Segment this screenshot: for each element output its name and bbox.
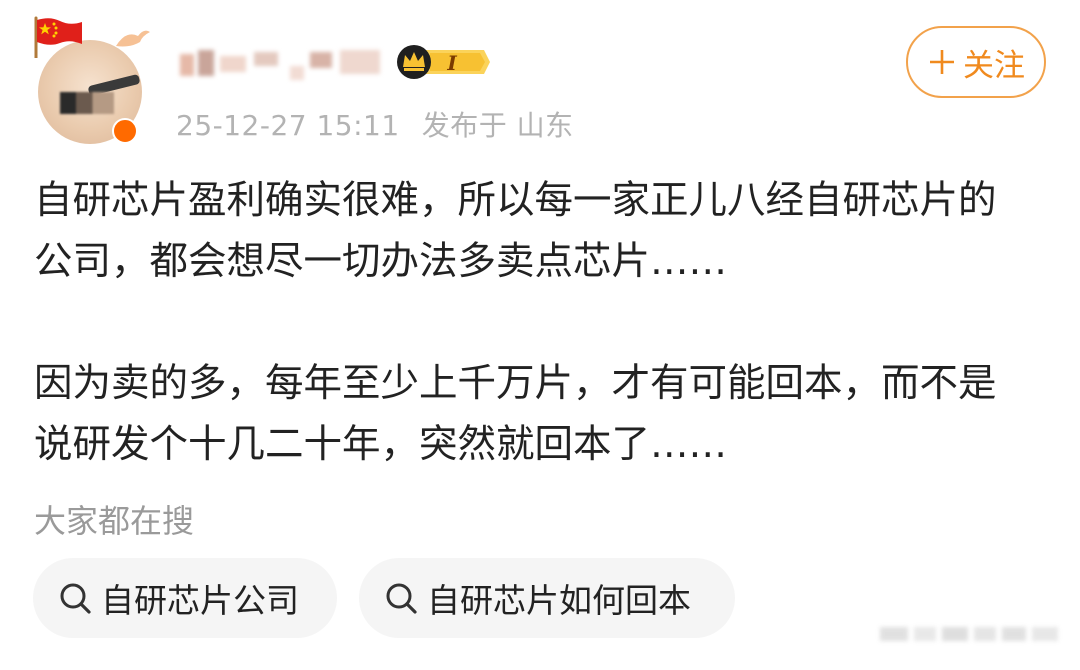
search-icon [60, 583, 91, 614]
post-date: 25-12-27 15:11 [176, 109, 400, 142]
watermark-redacted [880, 627, 1058, 641]
follow-button[interactable]: 关注 [906, 26, 1046, 98]
plus-icon [930, 50, 954, 74]
weibo-post-card: I 25-12-27 15:11 发布于 山东 关注 自研芯片盈利确实很难，所以每… [0, 0, 1080, 670]
post-content: 自研芯片盈利确实很难，所以每一家正儿八经自研芯片的 公司，都会想尽一切办法多卖点… [34, 170, 1054, 475]
post-meta: 25-12-27 15:11 发布于 山东 [176, 104, 574, 144]
china-flag-icon [34, 16, 82, 58]
avatar-redaction [60, 92, 114, 114]
post-line: 自研芯片盈利确实很难，所以每一家正儿八经自研芯片的 [34, 178, 997, 223]
search-icon [386, 583, 417, 614]
follow-button-label: 关注 [963, 47, 1025, 84]
username-redacted[interactable] [150, 46, 390, 86]
badge-level-text: I [446, 51, 457, 75]
post-line: 说研发个十几二十年，突然就回本了…… [34, 422, 728, 467]
search-chip-label: 自研芯片如何回本 [427, 581, 691, 620]
post-paragraph: 因为卖的多，每年至少上千万片，才有可能回本，而不是 说研发个十几二十年，突然就回… [34, 353, 1054, 475]
decoration-bird-icon [116, 30, 150, 47]
search-chip-label: 自研芯片公司 [101, 581, 299, 620]
crown-level-badge-icon[interactable]: I [396, 43, 492, 81]
post-location: 发布于 山东 [421, 109, 574, 142]
avatar-group[interactable] [30, 14, 150, 144]
post-paragraph: 自研芯片盈利确实很难，所以每一家正儿八经自研芯片的 公司，都会想尽一切办法多卖点… [34, 170, 1054, 292]
post-line: 公司，都会想尽一切办法多卖点芯片…… [34, 239, 728, 284]
verified-badge-icon [112, 118, 138, 144]
search-chip[interactable]: 自研芯片公司 [33, 558, 337, 638]
trending-search-title: 大家都在搜 [34, 502, 195, 540]
post-line: 因为卖的多，每年至少上千万片，才有可能回本，而不是 [34, 361, 997, 406]
search-chip[interactable]: 自研芯片如何回本 [359, 558, 735, 638]
